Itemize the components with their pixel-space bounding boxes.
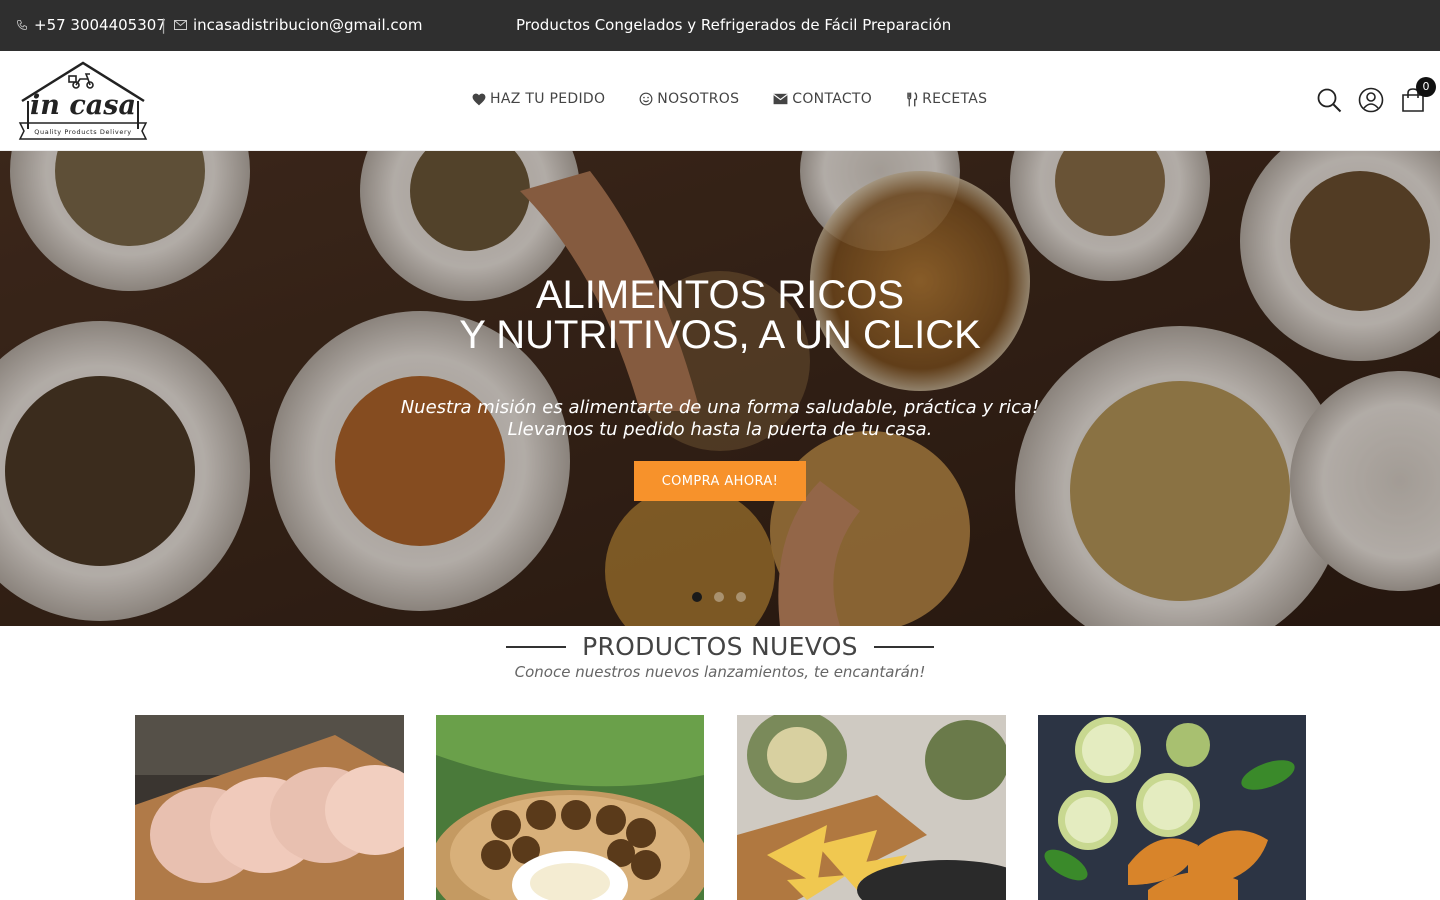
search-icon[interactable]	[1316, 87, 1342, 113]
empanadas-lime-photo	[1038, 715, 1306, 900]
site-logo[interactable]: in casa Quality Products Delivery	[14, 61, 152, 143]
email-contact[interactable]: incasadistribucion@gmail.com	[174, 16, 422, 34]
topbar-tagline: Productos Congelados y Refrigerados de F…	[516, 16, 952, 34]
shopping-bag-icon[interactable]: 0	[1400, 77, 1436, 113]
main-nav: HAZ TU PEDIDO NOSOTROS CONTACTO RECETAS	[472, 91, 987, 107]
section-title: PRODUCTOS NUEVOS	[582, 632, 858, 661]
product-card-empanadas[interactable]	[1038, 715, 1307, 900]
nav-recetas[interactable]: RECETAS	[906, 91, 987, 107]
hero-title: ALIMENTOS RICOS Y NUTRITIVOS, A UN CLICK	[0, 275, 1440, 355]
email-address: incasadistribucion@gmail.com	[193, 16, 423, 34]
topbar-separator: |	[161, 16, 167, 34]
phone-contact[interactable]: +57 3004405307	[16, 16, 166, 34]
heading-line-left	[506, 645, 567, 648]
nav-label: CONTACTO	[792, 91, 873, 107]
slider-dot-2[interactable]	[714, 592, 724, 602]
envelope-icon	[174, 20, 187, 30]
slider-dots	[692, 592, 746, 602]
nav-contacto[interactable]: CONTACTO	[773, 91, 872, 107]
site-header: in casa Quality Products Delivery HAZ TU…	[0, 51, 1440, 151]
hero-overlay	[0, 151, 1440, 626]
slider-dot-3[interactable]	[736, 592, 746, 602]
envelope-icon	[773, 93, 789, 105]
sliced-ham-photo	[135, 715, 404, 900]
new-products-heading: PRODUCTOS NUEVOS	[0, 632, 1440, 661]
section-subtitle: Conoce nuestros nuevos lanzamientos, te …	[514, 663, 926, 681]
product-card-ham[interactable]	[135, 715, 404, 900]
smile-icon	[639, 92, 653, 106]
product-card-falafel[interactable]	[436, 715, 705, 900]
heart-icon	[472, 93, 486, 106]
cart-count-badge: 0	[1416, 77, 1436, 97]
logo-tagline-text: Quality Products Delivery	[34, 128, 131, 136]
phone-icon	[16, 19, 28, 31]
hero-subtitle-line-1: Nuestra misión es alimentarte de una for…	[400, 397, 1040, 418]
product-card-artichoke[interactable]	[737, 715, 1006, 900]
top-bar: +57 3004405307 | incasadistribucion@gmai…	[0, 0, 1440, 51]
slider-dot-1[interactable]	[692, 592, 702, 602]
product-grid	[135, 715, 1307, 900]
hero-slider: ALIMENTOS RICOS Y NUTRITIVOS, A UN CLICK…	[0, 151, 1440, 626]
phone-number: +57 3004405307	[34, 16, 166, 34]
hero-title-line-1: ALIMENTOS RICOS	[535, 273, 905, 317]
nav-nosotros[interactable]: NOSOTROS	[639, 91, 739, 107]
logo-brand-text: in casa	[30, 90, 136, 121]
nav-label: NOSOTROS	[657, 91, 740, 107]
nav-label: HAZ TU PEDIDO	[490, 91, 606, 107]
hero-subtitle: Nuestra misión es alimentarte de una for…	[0, 397, 1440, 441]
hero-title-line-2: Y NUTRITIVOS, A UN CLICK	[459, 313, 981, 357]
heading-line-right	[873, 645, 934, 648]
header-tools: 0	[1316, 77, 1436, 113]
nav-label: RECETAS	[922, 91, 988, 107]
cutlery-icon	[906, 91, 918, 107]
hero-subtitle-line-2: Llevamos tu pedido hasta la puerta de tu…	[507, 419, 933, 440]
user-icon[interactable]	[1358, 87, 1384, 113]
nav-haz-tu-pedido[interactable]: HAZ TU PEDIDO	[472, 91, 605, 107]
artichoke-nachos-photo	[737, 715, 1006, 900]
shop-now-button[interactable]: COMPRA AHORA!	[634, 461, 806, 501]
falafel-balls-photo	[436, 715, 704, 900]
